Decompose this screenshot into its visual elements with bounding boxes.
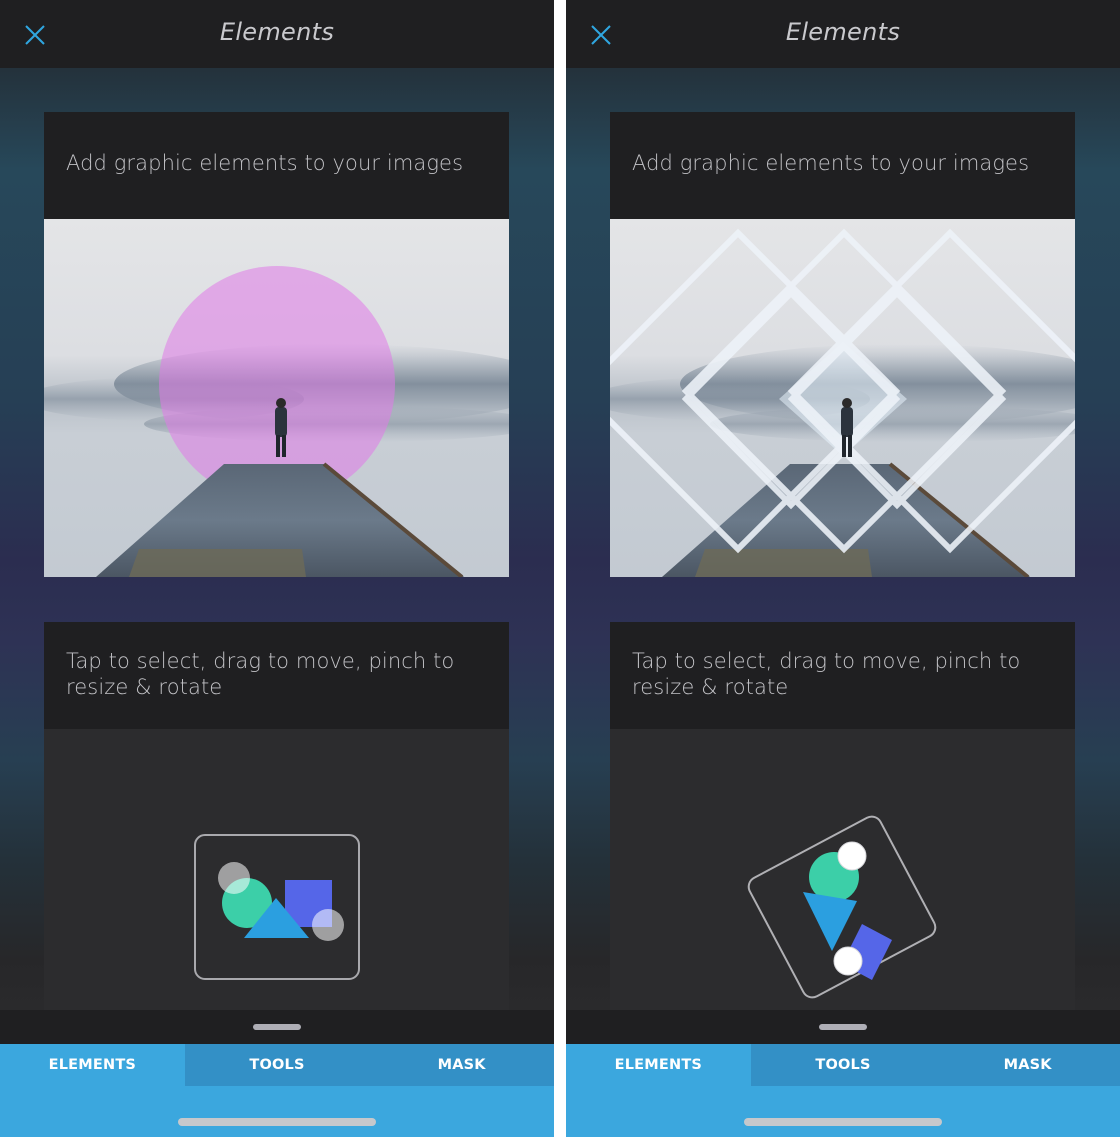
handle-bottom <box>833 946 863 976</box>
triangle-shape <box>803 892 857 951</box>
card-caption: Add graphic elements to your images <box>610 112 1075 219</box>
example-photo <box>44 219 509 577</box>
header: Elements <box>566 0 1120 68</box>
tutorial-card-elements: Add graphic elements to your images <box>44 112 509 577</box>
example-photo <box>610 219 1075 577</box>
drawer-handle[interactable] <box>819 1024 867 1030</box>
tutorial-card-elements: Add graphic elements to your images <box>610 112 1075 577</box>
tutorial-card-gestures: Tap to select, drag to move, pinch to re… <box>44 622 509 1010</box>
page-title: Elements <box>219 18 335 46</box>
tab-mask[interactable]: MASK <box>369 1044 554 1086</box>
photo-pier-with-circle <box>44 219 509 577</box>
phone-screen-right: Elements Add graphic elements to your im… <box>566 0 1120 1137</box>
phone-screen-left: Elements Add graphic elements to your im… <box>0 0 554 1137</box>
card-caption: Tap to select, drag to move, pinch to re… <box>44 622 509 729</box>
tutorial-card-gestures: Tap to select, drag to move, pinch to re… <box>610 622 1075 1010</box>
handle-bottom-right <box>312 909 344 941</box>
card-caption: Tap to select, drag to move, pinch to re… <box>610 622 1075 729</box>
home-indicator[interactable] <box>178 1118 376 1126</box>
card-caption: Add graphic elements to your images <box>44 112 509 219</box>
drawer-handle[interactable] <box>253 1024 301 1030</box>
tab-bar: ELEMENTS TOOLS MASK <box>566 1044 1120 1137</box>
tabs: ELEMENTS TOOLS MASK <box>0 1044 554 1086</box>
photo-pier-with-diamonds <box>610 219 1075 577</box>
header: Elements <box>0 0 554 68</box>
drawer-bar <box>0 1010 554 1044</box>
tab-elements[interactable]: ELEMENTS <box>566 1044 751 1086</box>
page-title: Elements <box>785 18 901 46</box>
drawer-bar <box>566 1010 1120 1044</box>
tabs: ELEMENTS TOOLS MASK <box>566 1044 1120 1086</box>
gesture-demo-area <box>44 729 509 1010</box>
divider <box>554 0 566 1137</box>
handle-top <box>837 841 867 871</box>
tab-tools[interactable]: TOOLS <box>750 1044 936 1086</box>
shapes-group-demo-rotated <box>747 815 937 999</box>
home-indicator[interactable] <box>744 1118 942 1126</box>
tab-mask[interactable]: MASK <box>935 1044 1120 1086</box>
tab-elements[interactable]: ELEMENTS <box>0 1044 185 1086</box>
shapes-group-demo <box>194 834 360 980</box>
tab-tools[interactable]: TOOLS <box>184 1044 370 1086</box>
tab-bar: ELEMENTS TOOLS MASK <box>0 1044 554 1137</box>
handle-top-left <box>218 862 250 894</box>
gesture-demo-area <box>610 729 1075 1010</box>
